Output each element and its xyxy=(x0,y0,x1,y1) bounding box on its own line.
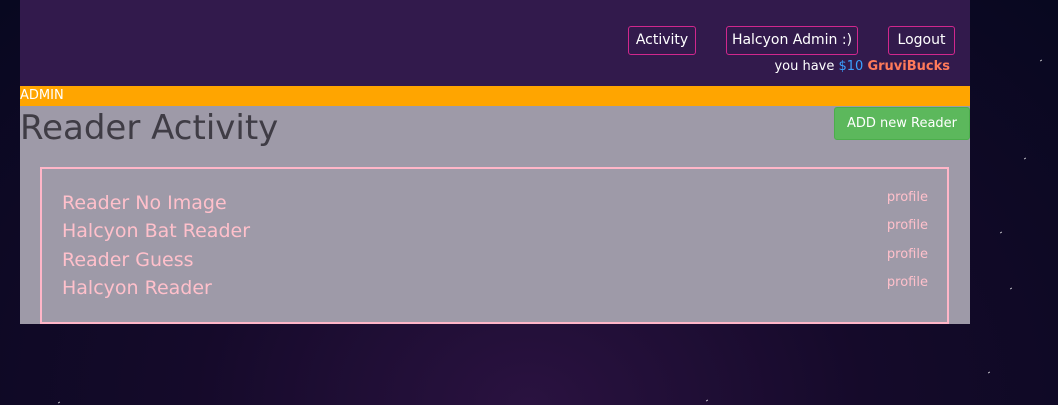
star xyxy=(57,401,61,404)
profile-link[interactable]: profile xyxy=(887,245,928,265)
profile-link[interactable]: profile xyxy=(887,216,928,236)
balance-amount: $10 xyxy=(838,59,864,74)
page-title: Reader Activity xyxy=(20,108,279,148)
star xyxy=(1009,287,1013,290)
reader-row: Halcyon Reader profile xyxy=(62,275,928,303)
gruvibucks-balance: you have $10 GruviBucks xyxy=(774,59,950,74)
profile-link[interactable]: profile xyxy=(887,273,928,293)
reader-row: Halcyon Bat Reader profile xyxy=(62,218,928,246)
star xyxy=(999,231,1003,234)
reader-row: Reader No Image profile xyxy=(62,190,928,218)
logout-button[interactable]: Logout xyxy=(888,26,955,55)
balance-prefix: you have xyxy=(774,59,839,74)
add-reader-button[interactable]: ADD new Reader xyxy=(834,107,970,140)
app-window: Activity Halcyon Admin :) Logout you hav… xyxy=(20,0,970,324)
activity-button[interactable]: Activity xyxy=(628,26,696,55)
star xyxy=(987,371,991,374)
reader-name[interactable]: Reader No Image xyxy=(62,190,227,216)
main-content: Reader Activity ADD new Reader Reader No… xyxy=(20,106,970,324)
star xyxy=(705,399,709,402)
reader-row: Reader Guess profile xyxy=(62,247,928,275)
reader-name[interactable]: Reader Guess xyxy=(62,247,194,273)
star xyxy=(1023,157,1027,160)
star xyxy=(1039,59,1043,62)
admin-user-button[interactable]: Halcyon Admin :) xyxy=(726,26,858,55)
profile-link[interactable]: profile xyxy=(887,188,928,208)
currency-name: GruviBucks xyxy=(867,59,950,74)
admin-role-bar: ADMIN xyxy=(20,86,970,106)
role-label: ADMIN xyxy=(20,88,64,103)
top-navbar: Activity Halcyon Admin :) Logout you hav… xyxy=(20,0,970,86)
reader-name[interactable]: Halcyon Bat Reader xyxy=(62,218,250,244)
reader-list: Reader No Image profile Halcyon Bat Read… xyxy=(40,167,949,324)
reader-name[interactable]: Halcyon Reader xyxy=(62,275,212,301)
